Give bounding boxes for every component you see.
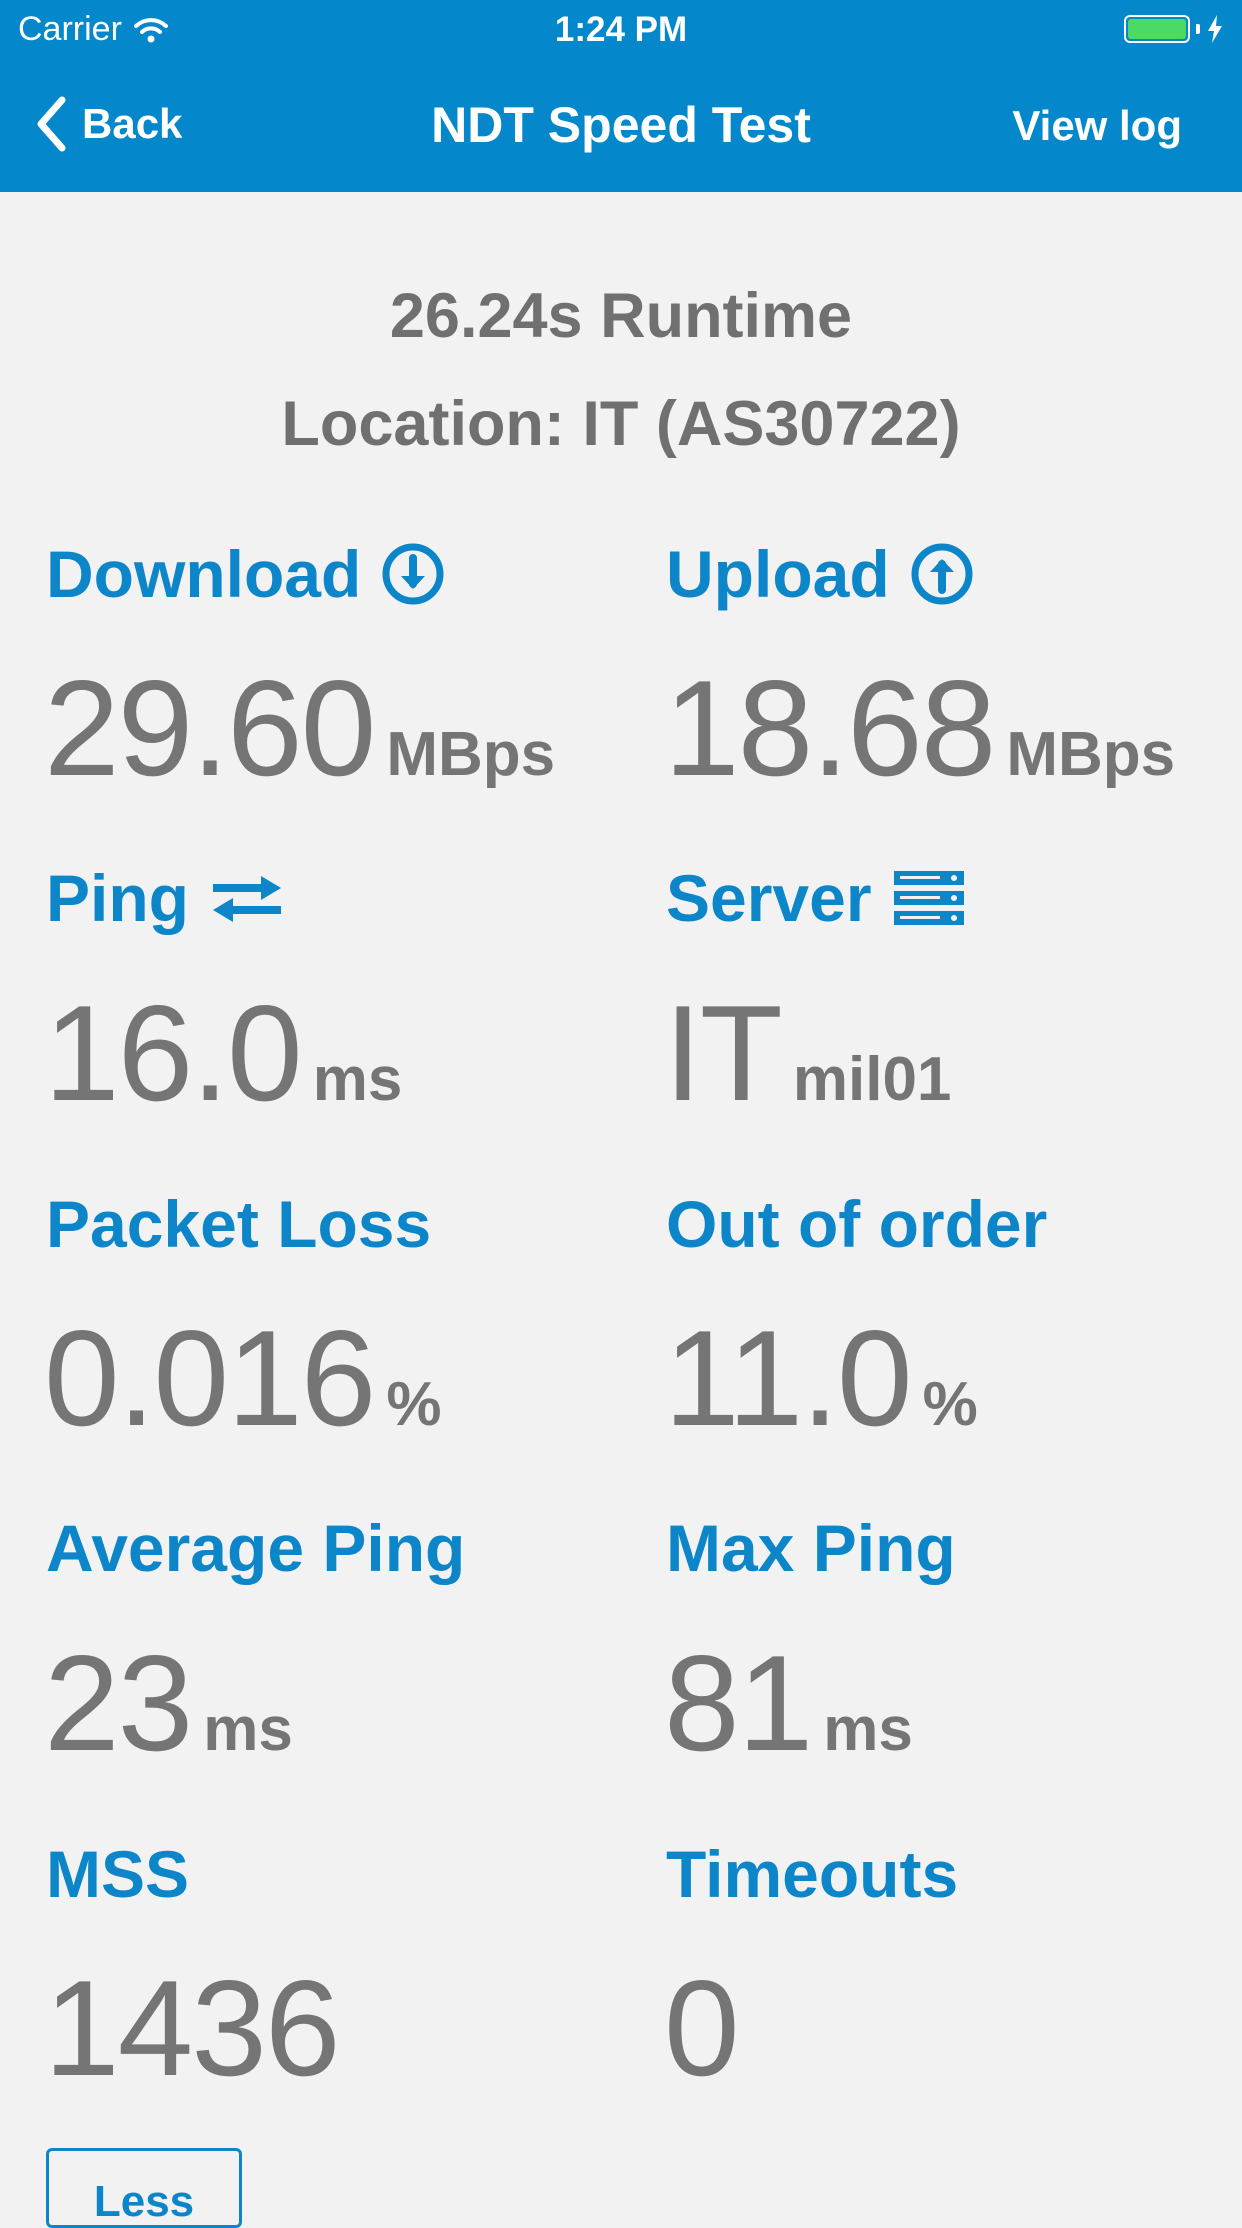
upload-value: 18.68 MBps [664, 650, 1175, 806]
upload-label: Upload [666, 536, 974, 612]
timeouts-label: Timeouts [666, 1837, 959, 1911]
swap-arrows-icon [213, 876, 281, 922]
runtime-text: 26.24s Runtime [389, 281, 853, 351]
max-ping-value: 81 ms [664, 1625, 913, 1781]
battery-icon [1124, 14, 1224, 44]
ping-number: 16.0 [44, 977, 303, 1129]
ping-label-text: Ping [46, 861, 189, 935]
upload-label-text: Upload [666, 537, 890, 611]
average-ping-number: 23 [44, 1627, 193, 1779]
server-site: mil01 [792, 1045, 952, 1114]
status-bar: Carrier 1:24 PM [0, 0, 1242, 60]
average-ping-label: Average Ping [46, 1511, 466, 1585]
packet-loss-number: 0.016 [44, 1302, 376, 1454]
upload-unit: MBps [1006, 720, 1176, 789]
download-value: 29.60 MBps [44, 650, 555, 806]
mss-number: 1436 [44, 1952, 341, 2104]
max-ping-unit: ms [823, 1695, 913, 1764]
out-of-order-unit: % [922, 1370, 978, 1439]
download-number: 29.60 [44, 652, 376, 804]
ping-unit: ms [312, 1045, 403, 1114]
less-button[interactable]: Less [46, 2148, 242, 2228]
mss-label: MSS [46, 1837, 190, 1911]
timeouts-number: 0 [664, 1952, 740, 2104]
out-of-order-number: 11.0 [664, 1302, 913, 1454]
server-value: IT mil01 [664, 975, 951, 1131]
download-unit: MBps [386, 720, 556, 789]
average-ping-unit: ms [203, 1695, 293, 1764]
server-icon [893, 871, 964, 925]
download-circle-icon [382, 543, 444, 605]
max-ping-number: 81 [664, 1627, 813, 1779]
upload-number: 18.68 [664, 652, 996, 804]
packet-loss-unit: % [386, 1370, 442, 1439]
top-bar: Carrier 1:24 PM Back NDT Speed Test View… [0, 0, 1242, 192]
location-text: Location: IT (AS30722) [281, 389, 961, 459]
ping-value: 16.0 ms [44, 975, 402, 1131]
test-summary: 26.24s Runtime Location: IT (AS30722) [0, 262, 1242, 478]
max-ping-label: Max Ping [666, 1511, 956, 1585]
out-of-order-label: Out of order [666, 1187, 1048, 1261]
server-label: Server [666, 860, 966, 936]
upload-circle-icon [911, 543, 973, 605]
average-ping-value: 23 ms [44, 1625, 293, 1781]
ping-label: Ping [46, 860, 285, 936]
charging-bolt-icon [1208, 15, 1222, 43]
server-country: IT [664, 977, 783, 1129]
packet-loss-label: Packet Loss [46, 1187, 432, 1261]
status-time: 1:24 PM [554, 10, 688, 49]
navigation-bar: Back NDT Speed Test View log [0, 60, 1242, 192]
mss-value: 1436 [44, 1950, 341, 2106]
timeouts-value: 0 [664, 1950, 740, 2106]
packet-loss-value: 0.016 % [44, 1300, 441, 1456]
download-label: Download [46, 536, 445, 612]
download-label-text: Download [46, 537, 362, 611]
view-log-button[interactable]: View log [1012, 102, 1182, 150]
out-of-order-value: 11.0 % [664, 1300, 978, 1456]
server-label-text: Server [666, 861, 872, 935]
